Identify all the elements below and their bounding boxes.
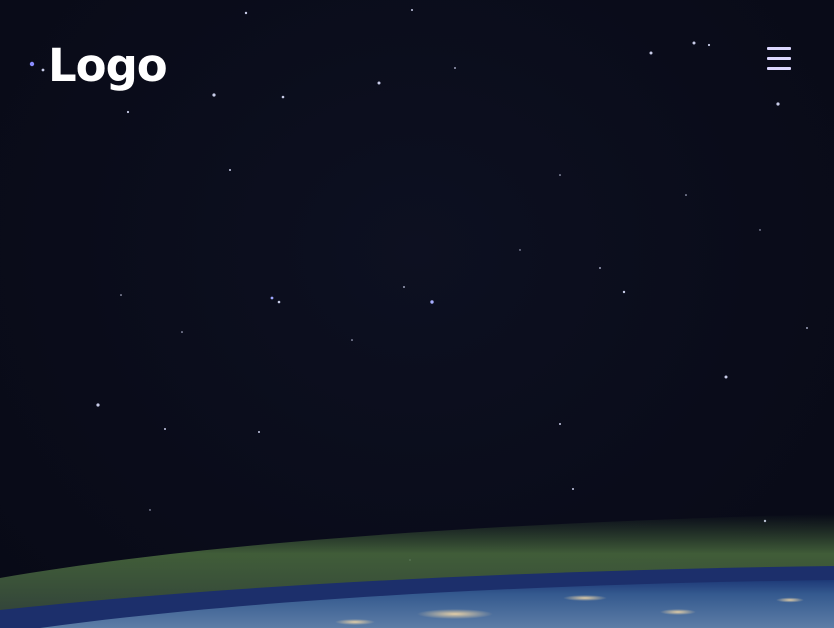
top-navigation-bar: Logo: [0, 0, 834, 130]
hero-section: Logo: [0, 0, 834, 628]
logo[interactable]: Logo: [48, 36, 168, 96]
hamburger-menu-button[interactable]: [762, 42, 796, 76]
